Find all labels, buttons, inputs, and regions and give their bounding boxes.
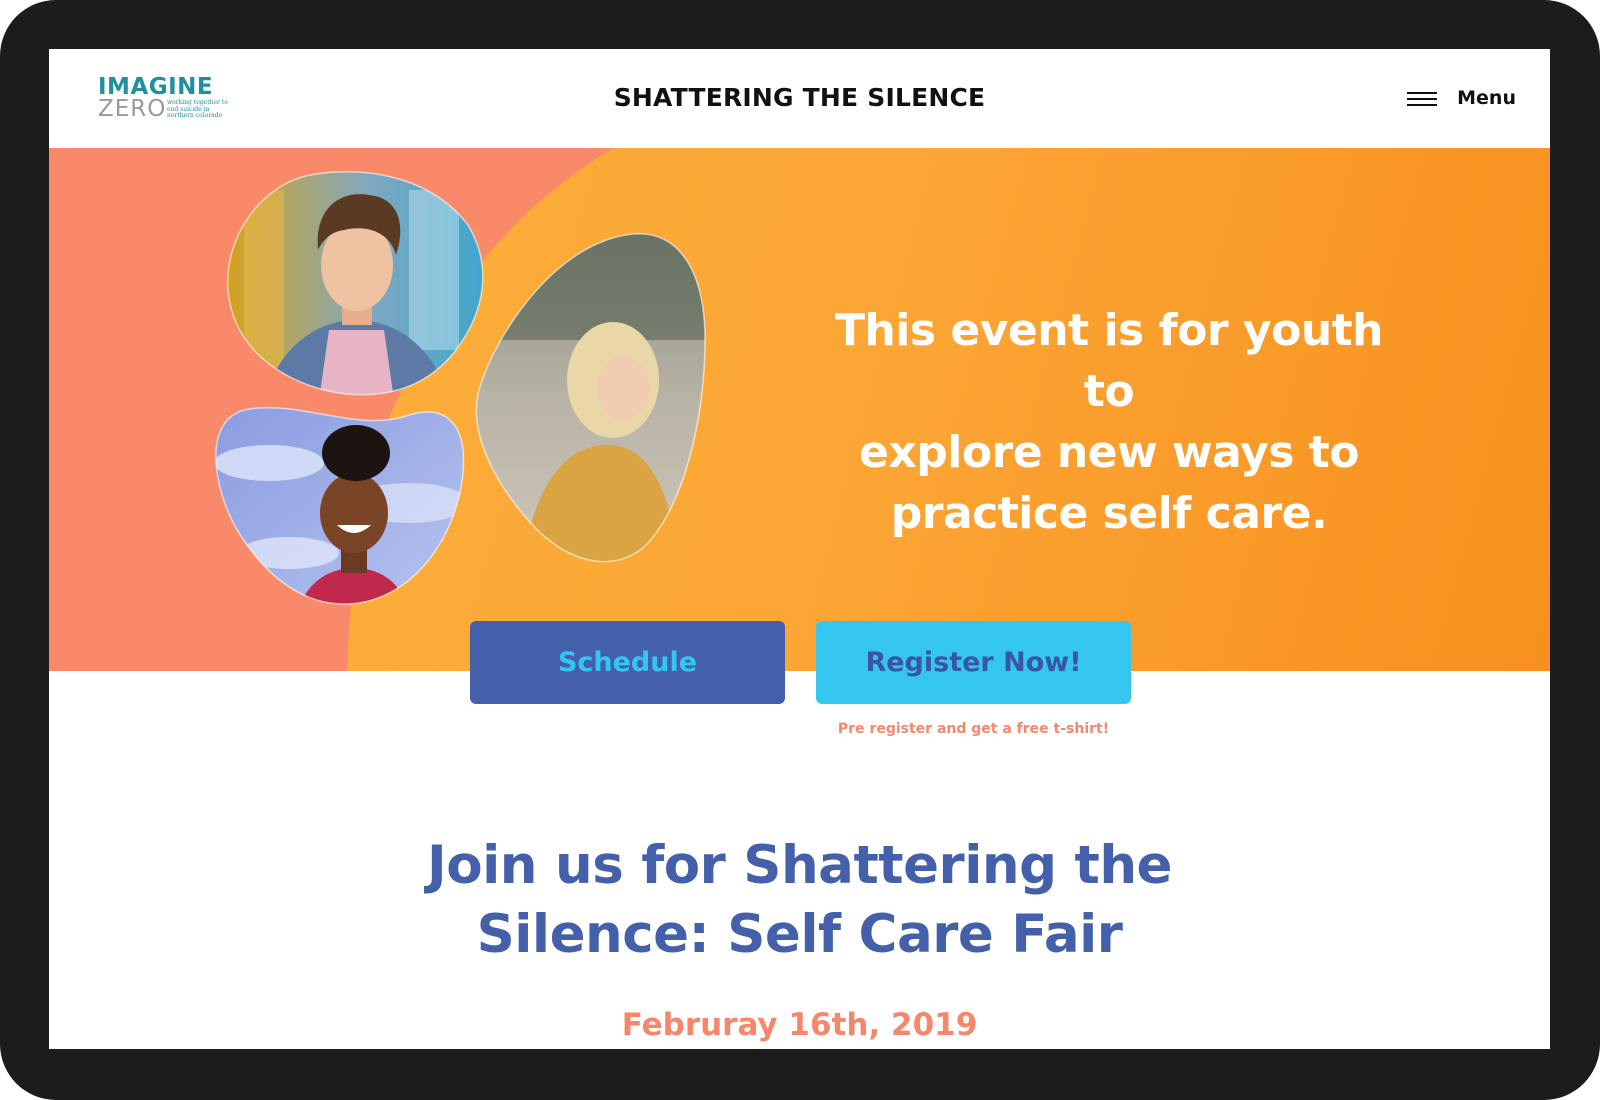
event-heading: Join us for Shattering the Silence: Self…: [49, 831, 1550, 969]
photo-young-man: [226, 171, 484, 396]
event-heading-line: Silence: Self Care Fair: [476, 904, 1123, 965]
event-heading-line: Join us for Shattering the: [427, 835, 1173, 896]
schedule-button[interactable]: Schedule: [470, 621, 785, 704]
register-now-button[interactable]: Register Now!: [816, 621, 1131, 704]
hero-headline-line: practice self care.: [890, 488, 1328, 539]
menu-button[interactable]: Menu: [1407, 85, 1516, 111]
site-header: IMAGINE ZERO working together to end sui…: [49, 49, 1550, 148]
event-date: Februray 16th, 2019: [621, 1007, 978, 1043]
device-frame: IMAGINE ZERO working together to end sui…: [0, 0, 1600, 1100]
hero-headline: This event is for youth to explore new w…: [804, 300, 1414, 544]
hero-banner: This event is for youth to explore new w…: [49, 148, 1550, 671]
menu-label: Menu: [1457, 87, 1516, 109]
photo-smiling-girl: [215, 407, 465, 605]
site-title: SHATTERING THE SILENCE: [613, 83, 986, 112]
hero-headline-line: explore new ways to: [859, 427, 1359, 478]
photo-blonde-woman: [475, 233, 706, 563]
browser-viewport: IMAGINE ZERO working together to end sui…: [49, 49, 1550, 1049]
hero-headline-line: This event is for youth to: [834, 305, 1384, 417]
hamburger-icon: [1407, 90, 1438, 106]
preregister-promo-text: Pre register and get a free t-shirt!: [837, 721, 1110, 737]
